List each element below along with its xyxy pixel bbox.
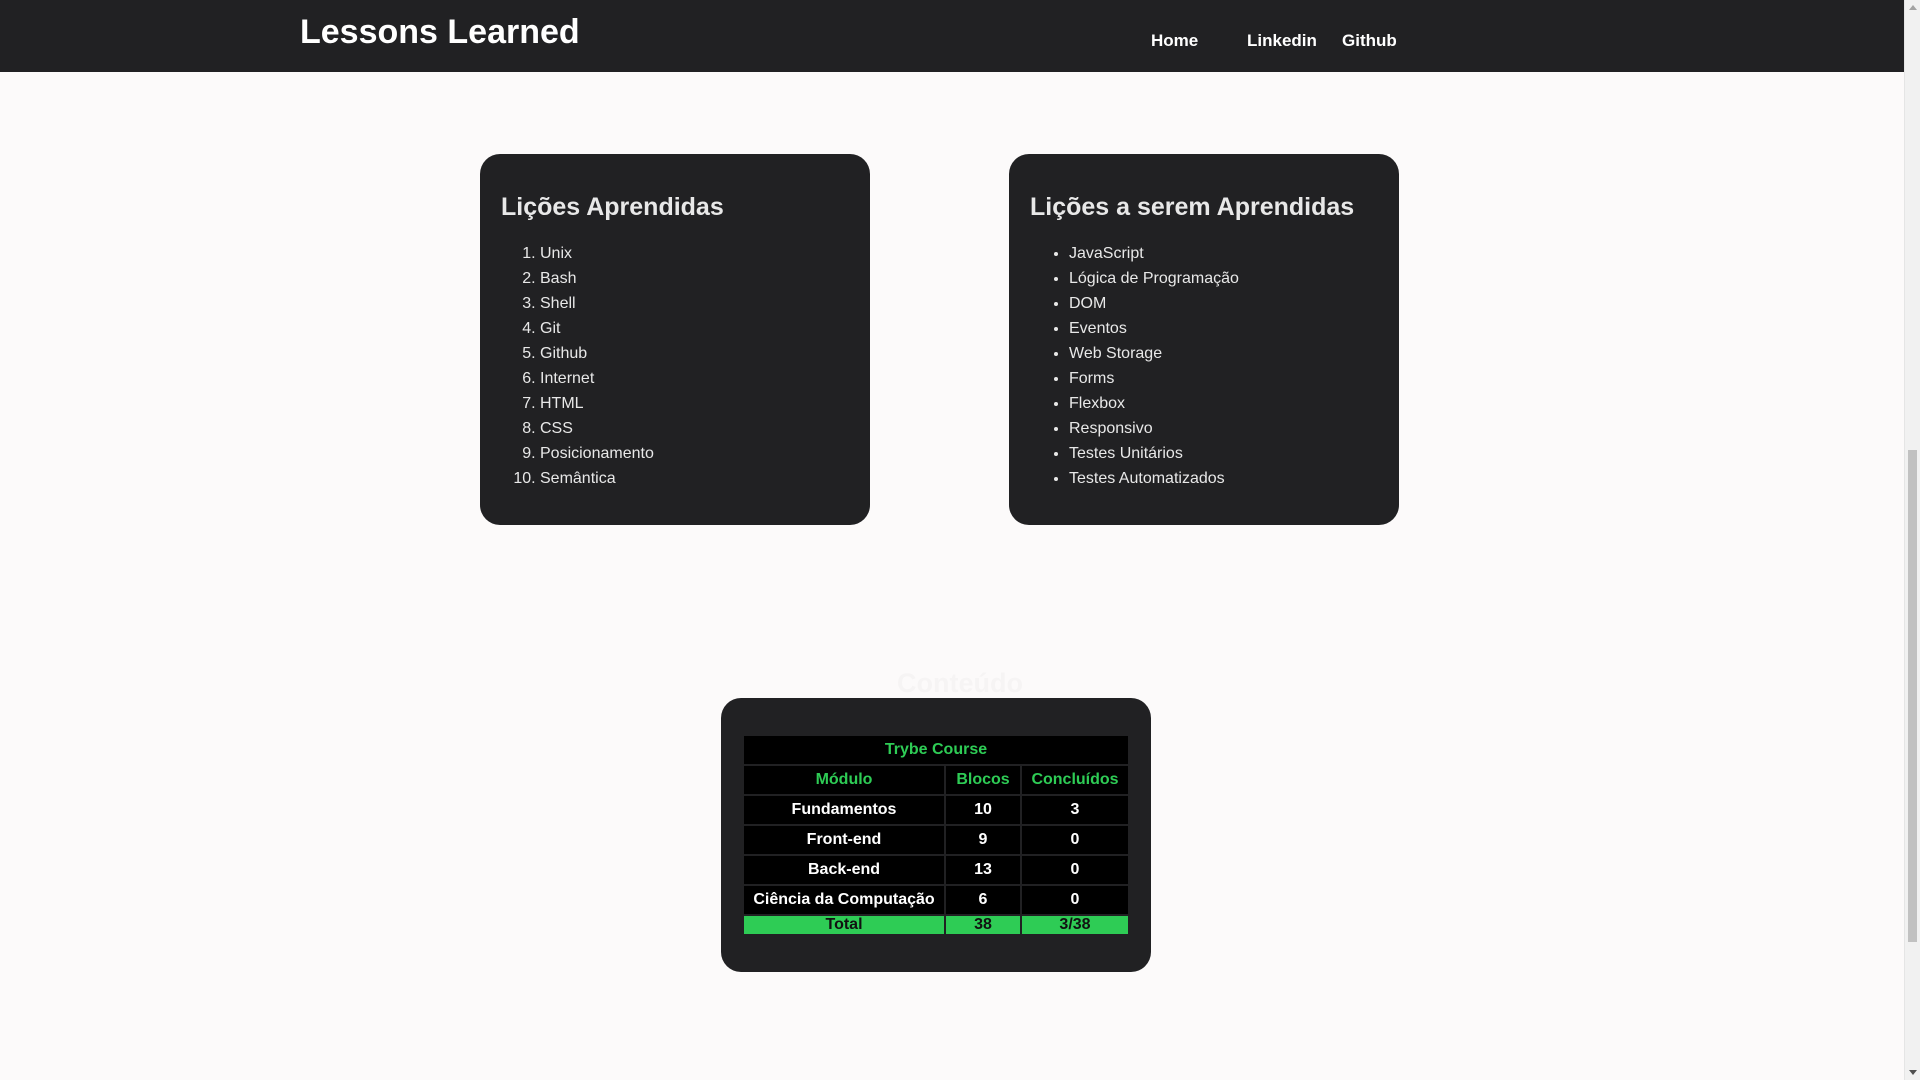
learned-lessons-card: Lições Aprendidas Unix Bash Shell Git Gi… [480, 154, 870, 525]
table-row: Back-end 13 0 [744, 856, 1128, 884]
table-caption: Trybe Course [744, 736, 1128, 764]
lessons-to-learn-title: Lições a serem Aprendidas [1030, 193, 1355, 221]
list-item: DOM [1069, 291, 1239, 316]
list-item: Eventos [1069, 316, 1239, 341]
list-item: Testes Unitários [1069, 441, 1239, 466]
table-cell: Fundamentos [744, 796, 944, 824]
nav-link-home[interactable]: Home [1151, 30, 1198, 52]
vertical-scrollbar[interactable] [1904, 0, 1920, 1080]
table-row: Front-end 9 0 [744, 826, 1128, 854]
column-header-module: Módulo [744, 766, 944, 794]
nav-link-linkedin[interactable]: Linkedin [1247, 30, 1317, 52]
table-cell: 9 [946, 826, 1020, 854]
table-row: Fundamentos 10 3 [744, 796, 1128, 824]
list-item: Lógica de Programação [1069, 266, 1239, 291]
list-item: Posicionamento [540, 441, 654, 466]
list-item: CSS [540, 416, 654, 441]
list-item: Responsivo [1069, 416, 1239, 441]
list-item: Semântica [540, 466, 654, 491]
list-item: HTML [540, 391, 654, 416]
list-item: Internet [540, 366, 654, 391]
list-item: Bash [540, 266, 654, 291]
table-header-row: Módulo Blocos Concluídos [744, 766, 1128, 794]
scrollbar-thumb[interactable] [1908, 450, 1917, 942]
table-cell: Ciência da Computação [744, 886, 944, 914]
list-item: Unix [540, 241, 654, 266]
table-cell: 13 [946, 856, 1020, 884]
list-item: Forms [1069, 366, 1239, 391]
course-table: Trybe Course Módulo Blocos Concluídos Fu… [742, 734, 1130, 936]
nav-link-github[interactable]: Github [1342, 30, 1397, 52]
list-item: Github [540, 341, 654, 366]
list-item: Testes Automatizados [1069, 466, 1239, 491]
table-cell: 0 [1022, 856, 1128, 884]
table-cell: 0 [1022, 886, 1128, 914]
table-cell: Back-end [744, 856, 944, 884]
site-title: Lessons Learned [300, 13, 580, 51]
learned-lessons-list: Unix Bash Shell Git Github Internet HTML… [540, 241, 654, 491]
lessons-to-learn-card: Lições a serem Aprendidas JavaScript Lóg… [1009, 154, 1399, 525]
table-total-row: Total 38 3/38 [744, 916, 1128, 934]
column-header-completed: Concluídos [1022, 766, 1128, 794]
site-header: Lessons Learned Home Linkedin Github [0, 0, 1904, 72]
list-item: Shell [540, 291, 654, 316]
list-item: Flexbox [1069, 391, 1239, 416]
list-item: JavaScript [1069, 241, 1239, 266]
course-table-card: Trybe Course Módulo Blocos Concluídos Fu… [721, 698, 1151, 972]
scroll-down-arrow-icon[interactable] [1909, 1070, 1917, 1075]
table-cell: 3 [1022, 796, 1128, 824]
list-item: Web Storage [1069, 341, 1239, 366]
table-cell: 0 [1022, 826, 1128, 854]
column-header-blocks: Blocos [946, 766, 1020, 794]
lessons-to-learn-list: JavaScript Lógica de Programação DOM Eve… [1069, 241, 1239, 491]
learned-lessons-title: Lições Aprendidas [501, 193, 724, 221]
total-label-cell: Total [744, 916, 944, 934]
total-completed-cell: 3/38 [1022, 916, 1128, 934]
table-cell: 6 [946, 886, 1020, 914]
table-cell: 10 [946, 796, 1020, 824]
content-section-heading: Conteúdo [897, 668, 1023, 698]
table-row: Ciência da Computação 6 0 [744, 886, 1128, 914]
scroll-up-arrow-icon[interactable] [1909, 5, 1917, 10]
total-blocks-cell: 38 [946, 916, 1020, 934]
table-cell: Front-end [744, 826, 944, 854]
list-item: Git [540, 316, 654, 341]
